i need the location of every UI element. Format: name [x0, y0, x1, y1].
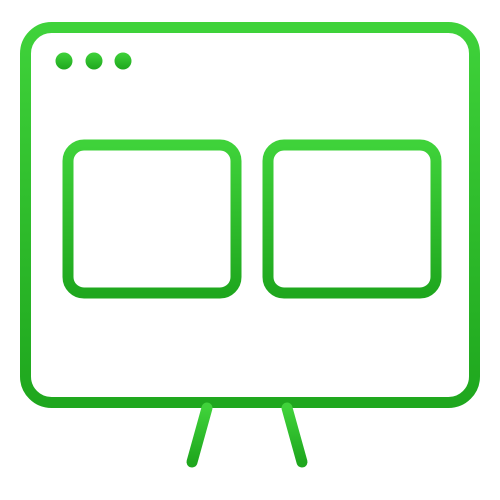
stand-left-leg	[186, 402, 213, 468]
window-dot-icon	[114, 52, 132, 70]
window-dot-icon	[85, 52, 103, 70]
stand-right-leg	[281, 402, 308, 468]
monitor-frame	[20, 22, 480, 408]
window-dot-icon	[55, 52, 73, 70]
monitor-illustration	[20, 22, 480, 474]
desktop-monitor-icon	[0, 0, 500, 500]
